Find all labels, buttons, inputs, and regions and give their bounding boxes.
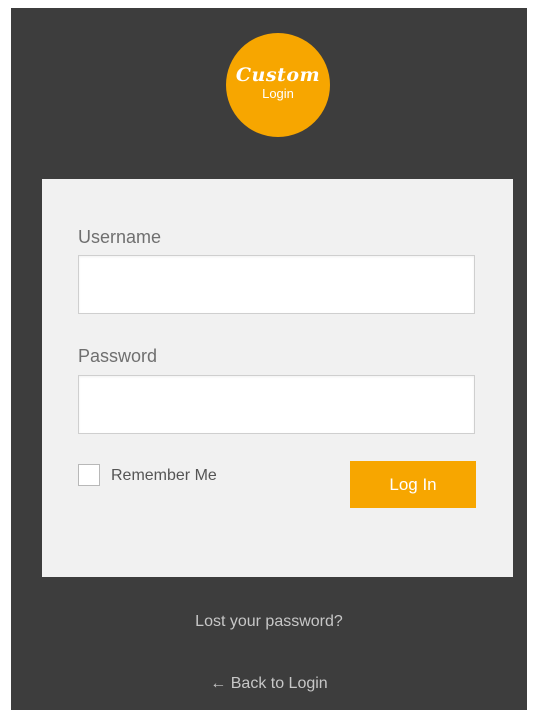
password-label: Password bbox=[78, 346, 158, 366]
remember-me-label[interactable]: Remember Me bbox=[111, 467, 217, 485]
password-input[interactable] bbox=[78, 375, 475, 434]
login-form: Username Password Remember Me Log In bbox=[42, 179, 513, 577]
username-label: Username bbox=[78, 227, 162, 247]
remember-me-checkbox[interactable] bbox=[78, 464, 100, 486]
lost-password-link[interactable]: Lost your password? bbox=[11, 613, 527, 631]
username-input[interactable] bbox=[78, 255, 475, 314]
custom-login-logo: Custom Login bbox=[226, 33, 330, 137]
logo-script-text: Custom bbox=[235, 64, 321, 86]
log-in-button[interactable]: Log In bbox=[350, 461, 476, 508]
login-page: Custom Login Username Password Remember … bbox=[11, 8, 527, 710]
back-to-login-link[interactable]: ← Back to Login bbox=[11, 675, 527, 693]
logo-sub-text: Login bbox=[262, 86, 294, 101]
